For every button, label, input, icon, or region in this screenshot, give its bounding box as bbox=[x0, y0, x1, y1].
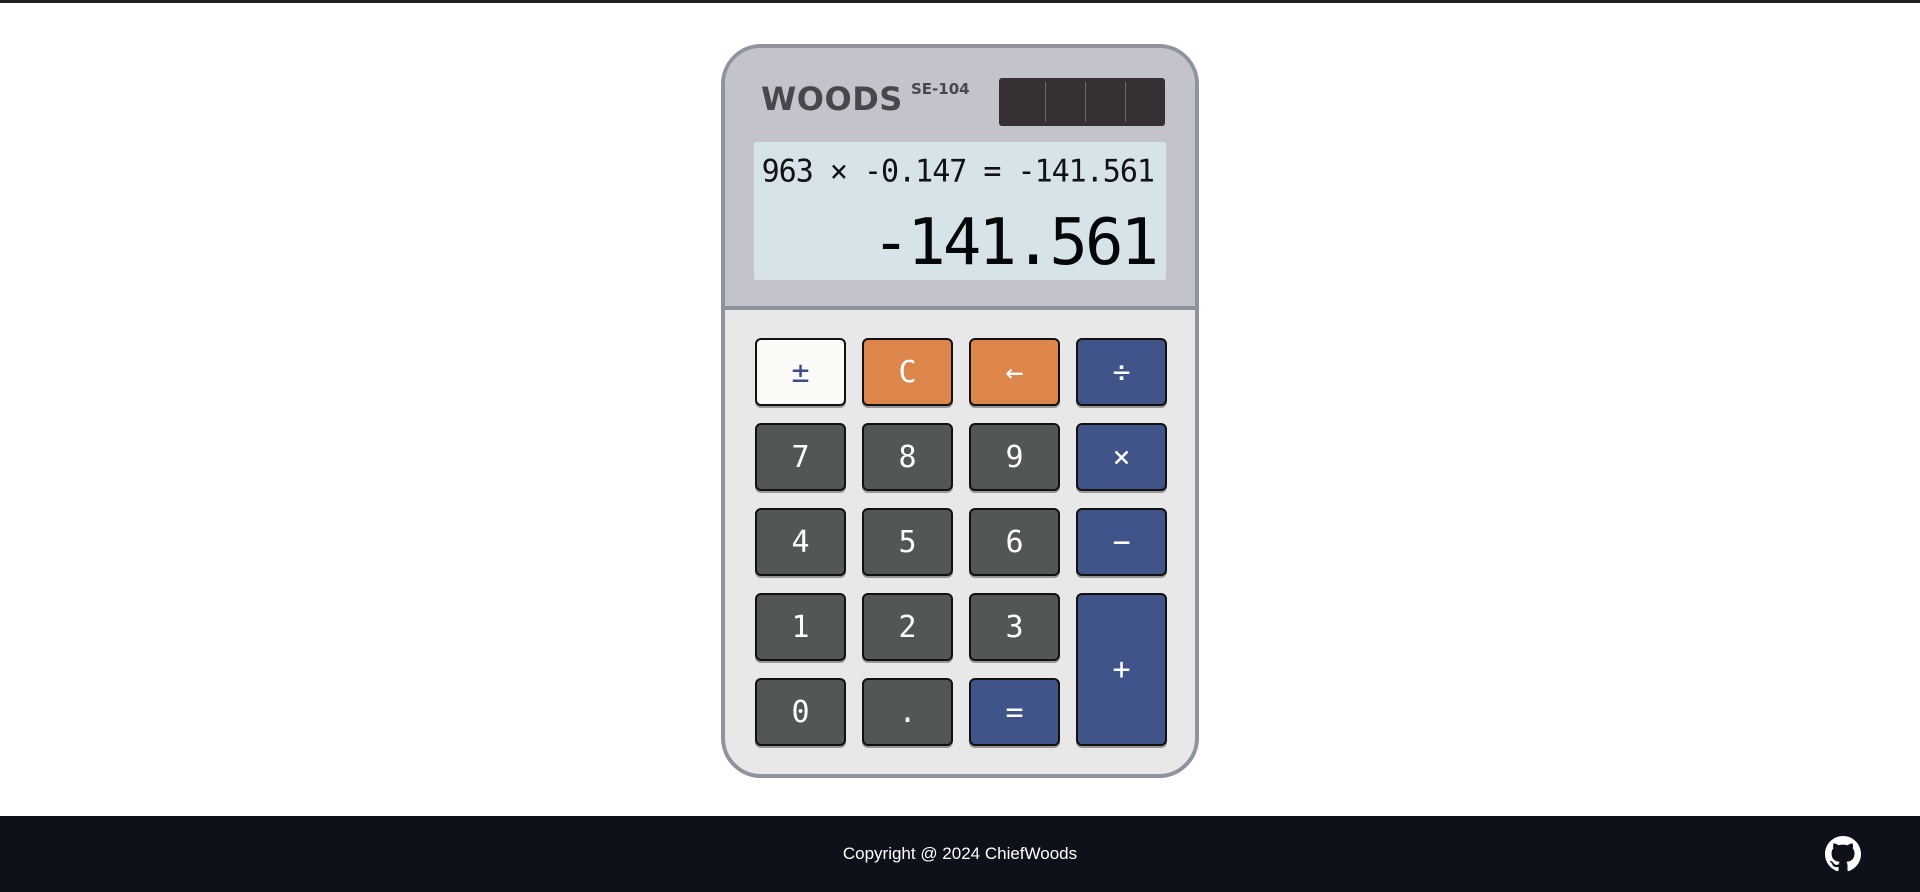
digit-3-button[interactable]: 3 bbox=[969, 593, 1060, 661]
copyright-text: Copyright @ 2024 ChiefWoods bbox=[842, 844, 1078, 863]
solar-cell bbox=[1085, 82, 1125, 122]
model-number: SE-104 bbox=[911, 80, 970, 98]
footer: Copyright @ 2024 ChiefWoods bbox=[0, 816, 1920, 892]
digit-5-button[interactable]: 5 bbox=[862, 508, 953, 576]
equals-button[interactable]: = bbox=[969, 678, 1060, 746]
digit-9-button[interactable]: 9 bbox=[969, 423, 1060, 491]
brand-name: WOODS bbox=[761, 80, 903, 118]
solar-panel bbox=[999, 78, 1165, 126]
solar-cell bbox=[1045, 82, 1085, 122]
subtract-button[interactable]: − bbox=[1076, 508, 1167, 576]
digit-6-button[interactable]: 6 bbox=[969, 508, 1060, 576]
keypad: ± C ← ÷ 7 8 9 × 4 5 6 − 1 2 3 + 0 . = bbox=[755, 338, 1167, 748]
digit-4-button[interactable]: 4 bbox=[755, 508, 846, 576]
github-icon bbox=[1825, 836, 1861, 872]
calculator: WOODS SE-104 963 × -0.147 = -141.561 -14… bbox=[721, 44, 1199, 778]
solar-cell bbox=[1125, 82, 1165, 122]
add-button[interactable]: + bbox=[1076, 593, 1167, 746]
github-link[interactable] bbox=[1825, 836, 1861, 872]
display: 963 × -0.147 = -141.561 -141.561 bbox=[754, 142, 1166, 280]
digit-0-button[interactable]: 0 bbox=[755, 678, 846, 746]
digit-1-button[interactable]: 1 bbox=[755, 593, 846, 661]
display-result: -141.561 bbox=[871, 206, 1159, 280]
backspace-button[interactable]: ← bbox=[969, 338, 1060, 406]
divide-button[interactable]: ÷ bbox=[1076, 338, 1167, 406]
decimal-button[interactable]: . bbox=[862, 678, 953, 746]
calculator-head: WOODS SE-104 963 × -0.147 = -141.561 -14… bbox=[725, 48, 1195, 310]
digit-2-button[interactable]: 2 bbox=[862, 593, 953, 661]
clear-button[interactable]: C bbox=[862, 338, 953, 406]
sign-toggle-button[interactable]: ± bbox=[755, 338, 846, 406]
top-border bbox=[0, 0, 1920, 3]
display-expression: 963 × -0.147 = -141.561 bbox=[761, 153, 1155, 190]
digit-7-button[interactable]: 7 bbox=[755, 423, 846, 491]
digit-8-button[interactable]: 8 bbox=[862, 423, 953, 491]
multiply-button[interactable]: × bbox=[1076, 423, 1167, 491]
